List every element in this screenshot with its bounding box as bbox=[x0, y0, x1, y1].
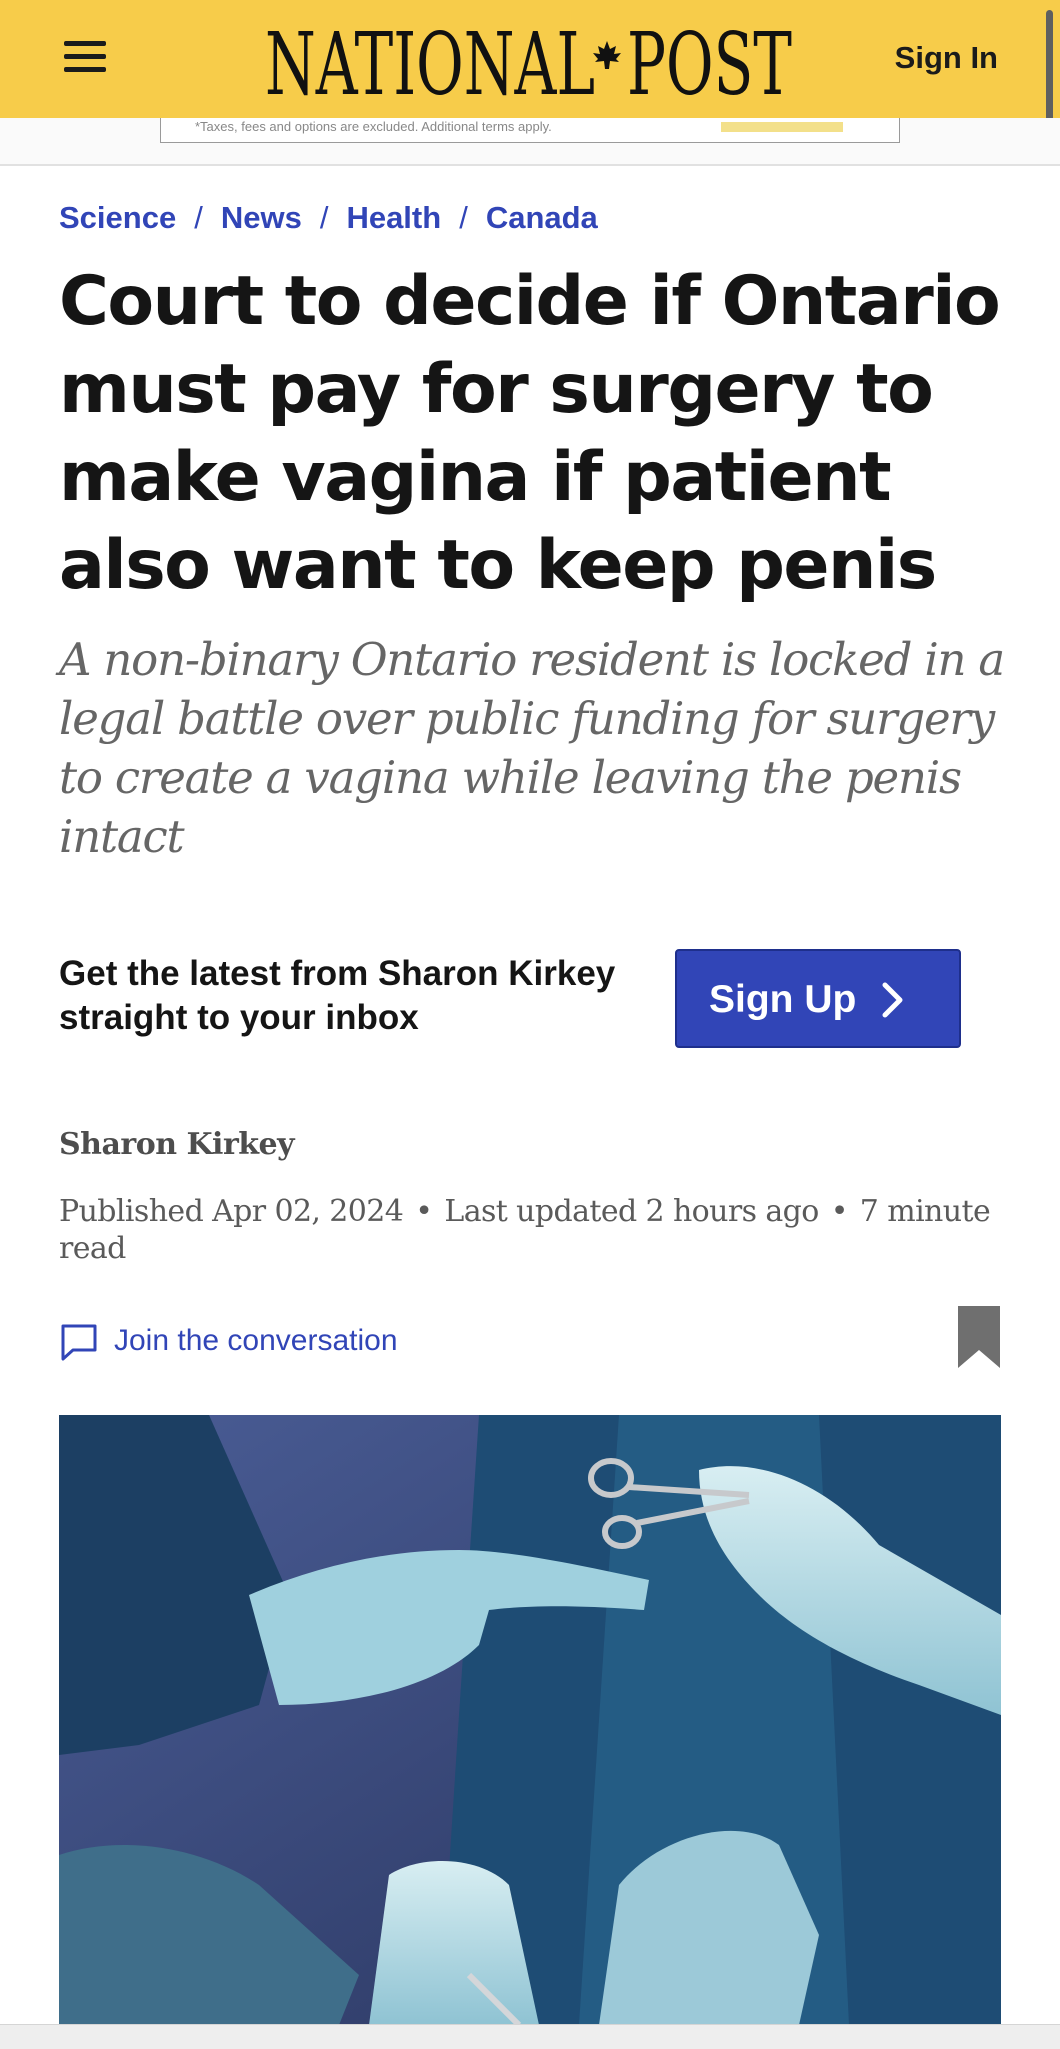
bookmark-icon[interactable] bbox=[958, 1306, 1000, 1368]
breadcrumb-separator: / bbox=[319, 200, 329, 235]
logo-text-post: POST bbox=[627, 15, 792, 104]
breadcrumb-separator: / bbox=[459, 200, 468, 235]
logo-text-national: NATIONAL bbox=[265, 15, 595, 104]
article-headline: Court to decide if Ontario must pay for … bbox=[59, 262, 1001, 605]
ad-highlight bbox=[721, 122, 843, 132]
breadcrumb-health[interactable]: Health bbox=[346, 200, 441, 235]
maple-leaf-icon bbox=[593, 41, 621, 69]
hamburger-menu-icon[interactable] bbox=[64, 41, 109, 75]
article-hero-image bbox=[59, 1415, 1001, 2025]
sign-in-link[interactable]: Sign In bbox=[895, 40, 998, 76]
breadcrumb-science[interactable]: Science bbox=[59, 200, 176, 235]
newsletter-prompt: Get the latest from Sharon Kirkey straig… bbox=[59, 954, 616, 1037]
meta-separator: • bbox=[830, 1194, 849, 1229]
comment-icon bbox=[61, 1324, 97, 1361]
last-updated: Last updated 2 hours ago bbox=[444, 1194, 819, 1229]
meta-separator: • bbox=[415, 1194, 433, 1229]
national-post-logo[interactable]: NATIONAL POST bbox=[265, 14, 795, 104]
author-name[interactable]: Sharon Kirkey bbox=[59, 1127, 295, 1162]
chevron-right-icon bbox=[882, 982, 903, 1018]
breadcrumb-separator: / bbox=[194, 200, 203, 235]
breadcrumb-news[interactable]: News bbox=[221, 200, 302, 235]
browser-bottom-bar bbox=[0, 2024, 1060, 2049]
site-header: NATIONAL POST Sign In bbox=[0, 0, 1060, 118]
sign-up-button[interactable]: Sign Up bbox=[675, 949, 961, 1048]
sign-up-button-label: Sign Up bbox=[709, 978, 857, 1021]
advertisement[interactable]: *Taxes, fees and options are excluded. A… bbox=[160, 118, 900, 143]
article-meta: Published Apr 02, 2024 • Last updated 2 ho… bbox=[59, 1193, 1019, 1267]
ad-disclaimer-text: *Taxes, fees and options are excluded. A… bbox=[195, 119, 552, 134]
join-conversation-label: Join the conversation bbox=[114, 1324, 398, 1357]
breadcrumb-canada[interactable]: Canada bbox=[486, 200, 598, 235]
breadcrumb: Science / News / Health / Canada bbox=[59, 200, 598, 236]
article-subheadline: A non-binary Ontario resident is locked … bbox=[59, 633, 1005, 863]
scrollbar-thumb[interactable] bbox=[1046, 10, 1053, 132]
published-date: Published Apr 02, 2024 bbox=[59, 1194, 404, 1229]
